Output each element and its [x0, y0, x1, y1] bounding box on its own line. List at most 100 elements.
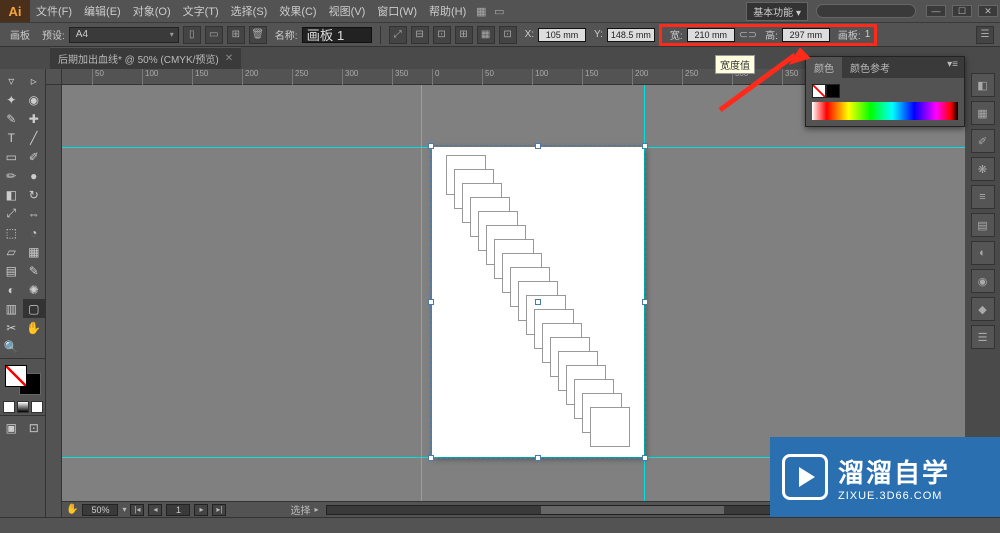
magic-wand-tool[interactable]: ✦	[0, 90, 23, 109]
vertical-ruler[interactable]	[46, 85, 62, 517]
width-tool[interactable]: ⇔	[23, 204, 46, 223]
color-spectrum[interactable]	[812, 102, 958, 120]
gradient-mode-icon[interactable]	[17, 401, 29, 413]
eraser-tool[interactable]: ◧	[0, 185, 23, 204]
window-maximize[interactable]: ☐	[952, 5, 972, 17]
document-title: 后期加出血线* @ 50% (CMYK/预览)	[58, 51, 219, 66]
graph-tool[interactable]: ▥	[0, 299, 23, 318]
align-icon-3[interactable]: ⊞	[455, 26, 473, 44]
artboard-name-input[interactable]	[302, 27, 372, 43]
align-icon-1[interactable]: ⊟	[411, 26, 429, 44]
delete-artboard-button[interactable]: 🗑	[249, 26, 267, 44]
graphic-styles-panel-icon[interactable]: ◆	[971, 297, 995, 321]
artboard-number-value: 1	[865, 29, 871, 40]
landscape-button[interactable]: ▭	[205, 26, 223, 44]
artboard-tool[interactable]: ▢	[23, 299, 46, 318]
stroke-swatch[interactable]	[826, 84, 840, 98]
next-artboard-button[interactable]: ▸	[194, 504, 208, 516]
stroke-panel-icon[interactable]: ≡	[971, 185, 995, 209]
document-tab[interactable]: 后期加出血线* @ 50% (CMYK/预览) ✕	[50, 47, 241, 69]
lasso-tool[interactable]: ◉	[23, 90, 46, 109]
app-logo: Ai	[0, 0, 30, 22]
portrait-button[interactable]: ▯	[183, 26, 201, 44]
menu-edit[interactable]: 编辑(E)	[78, 3, 127, 19]
add-anchor-tool[interactable]: ✚	[23, 109, 46, 128]
zoom-tool[interactable]: 🔍	[0, 337, 23, 356]
layers-panel-icon[interactable]: ☰	[971, 325, 995, 349]
rectangle-tool[interactable]: ▭	[0, 147, 23, 166]
bridge-icon[interactable]: ▦	[472, 5, 490, 18]
rotate-tool[interactable]: ↻	[23, 185, 46, 204]
arrange-icon[interactable]: ▭	[490, 5, 508, 18]
change-screen-icon[interactable]: ⊡	[23, 418, 46, 437]
panel-menu-icon[interactable]: ☰	[976, 26, 994, 44]
brushes-panel-icon[interactable]: ✐	[971, 129, 995, 153]
app-status-strip	[0, 517, 1000, 533]
window-close[interactable]: ✕	[978, 5, 998, 17]
last-artboard-button[interactable]: ▸|	[212, 504, 226, 516]
free-transform-tool[interactable]: ⬚	[0, 223, 23, 242]
align-icon-4[interactable]: ▦	[477, 26, 495, 44]
blend-tool[interactable]: ◐	[0, 280, 23, 299]
direct-selection-tool[interactable]: ▹	[23, 71, 46, 90]
reference-point-icon[interactable]: ⊡	[499, 26, 517, 44]
width-label: 宽:	[670, 27, 683, 42]
menu-object[interactable]: 对象(O)	[127, 3, 177, 19]
scale-tool[interactable]: ⤢	[0, 204, 23, 223]
align-icon-2[interactable]: ⊡	[433, 26, 451, 44]
y-input[interactable]	[607, 28, 655, 42]
x-input[interactable]	[538, 28, 586, 42]
menu-file[interactable]: 文件(F)	[30, 3, 78, 19]
zoom-input[interactable]	[82, 504, 118, 516]
eyedropper-tool[interactable]: ✎	[23, 261, 46, 280]
ruler-origin[interactable]	[46, 69, 62, 85]
fill-stroke-swatch[interactable]	[5, 365, 41, 395]
panel-menu-icon[interactable]: ▾≡	[941, 57, 964, 78]
workspace-switcher[interactable]: 基本功能 ▾	[746, 2, 808, 21]
appearance-panel-icon[interactable]: ◉	[971, 269, 995, 293]
symbol-sprayer-tool[interactable]: ✺	[23, 280, 46, 299]
type-tool[interactable]: T	[0, 128, 23, 147]
preset-dropdown[interactable]: A4	[69, 27, 179, 43]
color-panel[interactable]: 颜色 颜色参考 ▾≡	[805, 56, 965, 127]
none-mode-icon[interactable]	[31, 401, 43, 413]
menu-window[interactable]: 窗口(W)	[371, 3, 423, 19]
screen-mode-icon[interactable]: ▣	[0, 418, 23, 437]
menu-help[interactable]: 帮助(H)	[423, 3, 472, 19]
new-artboard-button[interactable]: ⊞	[227, 26, 245, 44]
mesh-tool[interactable]: ▦	[23, 242, 46, 261]
tab-close-icon[interactable]: ✕	[225, 53, 233, 64]
perspective-tool[interactable]: ▱	[0, 242, 23, 261]
gradient-panel-icon[interactable]: ▤	[971, 213, 995, 237]
menu-select[interactable]: 选择(S)	[225, 3, 274, 19]
move-with-artboard-icon[interactable]: ⤢	[389, 26, 407, 44]
window-minimize[interactable]: —	[926, 5, 946, 17]
symbols-panel-icon[interactable]: ❋	[971, 157, 995, 181]
pen-tool[interactable]: ✎	[0, 109, 23, 128]
prev-artboard-button[interactable]: ◂	[148, 504, 162, 516]
hand-tool[interactable]: ✋	[23, 318, 46, 337]
menu-effect[interactable]: 效果(C)	[273, 3, 322, 19]
color-mode-icon[interactable]	[3, 401, 15, 413]
blob-brush-tool[interactable]: ●	[23, 166, 46, 185]
selection-tool[interactable]: ▿	[0, 71, 23, 90]
color-guide-tab[interactable]: 颜色参考	[842, 57, 898, 78]
slice-tool[interactable]: ✂	[0, 318, 23, 337]
swatches-panel-icon[interactable]: ▦	[971, 101, 995, 125]
line-tool[interactable]: ╱	[23, 128, 46, 147]
preset-label: 预设:	[42, 27, 65, 42]
menu-type[interactable]: 文字(T)	[177, 3, 225, 19]
menu-view[interactable]: 视图(V)	[323, 3, 372, 19]
guide-vertical[interactable]	[421, 85, 422, 501]
artboard-nav-input[interactable]	[166, 504, 190, 516]
paintbrush-tool[interactable]: ✐	[23, 147, 46, 166]
transparency-panel-icon[interactable]: ◐	[971, 241, 995, 265]
pencil-tool[interactable]: ✏	[0, 166, 23, 185]
shape-builder-tool[interactable]: ◔	[23, 223, 46, 242]
search-input[interactable]	[816, 4, 916, 18]
gradient-tool[interactable]: ▤	[0, 261, 23, 280]
first-artboard-button[interactable]: |◂	[130, 504, 144, 516]
hand-icon[interactable]: ✋	[66, 504, 78, 515]
artboard-selection[interactable]	[430, 145, 646, 459]
color-panel-icon[interactable]: ◧	[971, 73, 995, 97]
